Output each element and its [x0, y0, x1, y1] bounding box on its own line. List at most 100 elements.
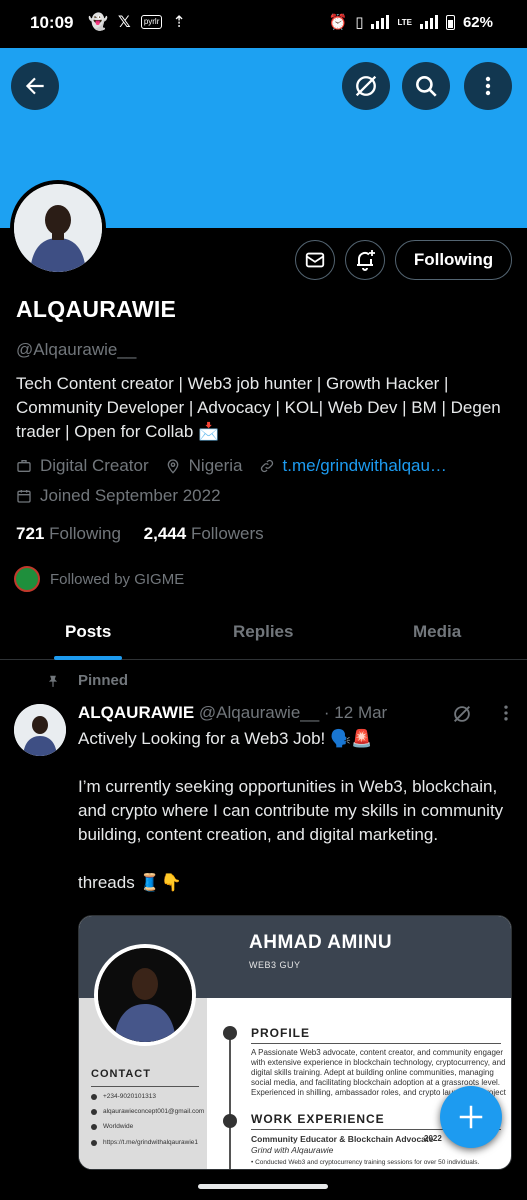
alarm-icon: ⏰ — [328, 14, 348, 31]
system-icons: ⏰ ▯ LTE 62% — [328, 13, 494, 32]
home-gesture-bar[interactable] — [198, 1184, 328, 1189]
followers-count: 2,444 — [143, 524, 187, 543]
plus-icon — [459, 1105, 483, 1129]
compose-post-button[interactable] — [440, 1086, 502, 1148]
battery-icon — [445, 14, 455, 30]
resume-telegram-text: https://t.me/grindwithalqaurawie1 — [103, 1139, 199, 1146]
search-button[interactable] — [402, 62, 450, 110]
back-button[interactable] — [11, 62, 59, 110]
profile-link[interactable]: t.me/grindwithalqau… — [283, 456, 447, 476]
resume-phone-text: +234-9020101313 — [103, 1093, 156, 1100]
grok-icon — [454, 706, 470, 722]
briefcase-icon — [17, 460, 31, 472]
email-icon — [91, 1108, 97, 1115]
joined-label: Joined September 2022 — [40, 486, 221, 505]
more-button[interactable] — [464, 62, 512, 110]
following-count: 721 — [16, 524, 45, 543]
lte-label: LTE — [397, 17, 412, 27]
bell-plus-icon — [357, 250, 375, 271]
resume-name: AHMAD AMINU — [249, 932, 393, 953]
app-notification-icon: pyrlr — [140, 15, 163, 29]
active-tab-indicator — [54, 656, 122, 660]
signal-icon — [371, 15, 390, 29]
resume-contact-heading: CONTACT — [91, 1068, 151, 1080]
grok-button[interactable] — [342, 62, 390, 110]
more-vertical-icon — [504, 705, 508, 721]
location-label: Nigeria — [188, 456, 243, 475]
mail-icon — [305, 252, 325, 268]
tab-posts[interactable]: Posts — [65, 622, 111, 642]
more-icon — [485, 76, 491, 96]
category-label: Digital Creator — [40, 456, 149, 475]
link-item[interactable]: t.me/grindwithalqau… — [259, 456, 447, 476]
snapchat-icon: 👻 — [88, 14, 108, 31]
following-label: Following — [49, 524, 121, 543]
category-item: Digital Creator — [16, 456, 149, 476]
follow-counts: 721 Following 2,444 Followers — [16, 524, 264, 544]
resume-divider — [251, 1043, 501, 1044]
post-header: ALQAURAWIE @Alqaurawie__ · 12 Mar — [78, 703, 387, 723]
location-item: Nigeria — [165, 456, 243, 476]
post-grok-button[interactable] — [451, 703, 473, 730]
resume-email-text: alqaurawieconcept001@gmail.com — [103, 1108, 205, 1115]
tab-replies[interactable]: Replies — [233, 622, 293, 642]
phone-icon — [91, 1093, 97, 1100]
pinned-indicator: Pinned — [46, 672, 128, 689]
profile-tabs: Posts Replies Media — [0, 608, 527, 660]
grok-icon — [355, 75, 377, 97]
post-more-button[interactable] — [496, 702, 516, 729]
profile-name: ALQAURAWIE — [16, 296, 177, 322]
x-logo-icon: 𝕏 — [117, 14, 131, 31]
post-author-avatar[interactable] — [14, 704, 66, 756]
post-author-name[interactable]: ALQAURAWIE — [78, 703, 194, 722]
signal-icon-2 — [419, 15, 438, 29]
profile-bio: Tech Content creator | Web3 job hunter |… — [16, 374, 501, 441]
message-button[interactable] — [295, 240, 335, 280]
joined-item: Joined September 2022 — [16, 486, 221, 506]
followers-count-link[interactable]: 2,444 Followers — [144, 524, 264, 543]
profile-meta: Digital Creator Nigeria t.me/grindwithal… — [16, 456, 463, 476]
status-time: 10:09 — [30, 13, 74, 32]
resume-timeline — [229, 1028, 231, 1169]
followers-label: Followers — [190, 524, 264, 543]
telegram-icon — [91, 1139, 97, 1146]
post-line-1: Actively Looking for a Web3 Job! 🗣️🚨 — [78, 729, 373, 748]
profile-handle: @Alqaurawie__ — [16, 340, 137, 359]
link-icon — [260, 459, 273, 473]
pin-icon — [48, 675, 58, 687]
tab-media[interactable]: Media — [413, 622, 461, 642]
arrow-left-icon — [25, 77, 44, 95]
resume-subtitle: WEB3 GUY — [249, 960, 301, 970]
location-pin-icon — [167, 459, 178, 474]
resume-job-bullet: • Conducted Web3 and cryptocurrency trai… — [251, 1159, 480, 1166]
post-line-3: threads 🧵👇 — [78, 873, 182, 892]
system-nav-bar — [0, 1170, 527, 1200]
work-section-icon — [223, 1114, 237, 1128]
upload-icon: ⇡ — [172, 14, 186, 31]
followed-by[interactable]: Followed by GIGME — [14, 566, 184, 592]
notification-icons: 👻 𝕏 pyrlr ⇡ — [88, 12, 186, 32]
location-icon — [91, 1123, 97, 1130]
pinned-label: Pinned — [78, 672, 129, 689]
post-line-2: I’m currently seeking opportunities in W… — [78, 777, 504, 844]
post-author-handle[interactable]: @Alqaurawie__ — [199, 703, 319, 722]
profile-section-icon — [223, 1026, 237, 1040]
profile-avatar[interactable] — [10, 180, 106, 276]
resume-portrait — [98, 948, 192, 1042]
following-button[interactable]: Following — [395, 240, 512, 280]
resume-phone: +234-9020101313 — [91, 1093, 156, 1100]
resume-work-heading: WORK EXPERIENCE — [251, 1112, 385, 1126]
calendar-icon — [17, 490, 31, 503]
avatar-photo — [14, 704, 66, 756]
vibrate-icon: ▯ — [355, 14, 364, 31]
resume-profile-heading: PROFILE — [251, 1026, 311, 1040]
following-count-link[interactable]: 721 Following — [16, 524, 121, 543]
resume-contact-divider — [91, 1086, 199, 1087]
post-date[interactable]: · 12 Mar — [324, 703, 387, 722]
notify-button[interactable] — [345, 240, 385, 280]
resume-email: alqaurawieconcept001@gmail.com — [91, 1108, 204, 1115]
resume-location: Worldwide — [91, 1123, 133, 1130]
resume-photo — [94, 944, 196, 1046]
avatar-photo — [14, 184, 102, 272]
post-body: Actively Looking for a Web3 Job! 🗣️🚨 I’m… — [78, 727, 518, 895]
